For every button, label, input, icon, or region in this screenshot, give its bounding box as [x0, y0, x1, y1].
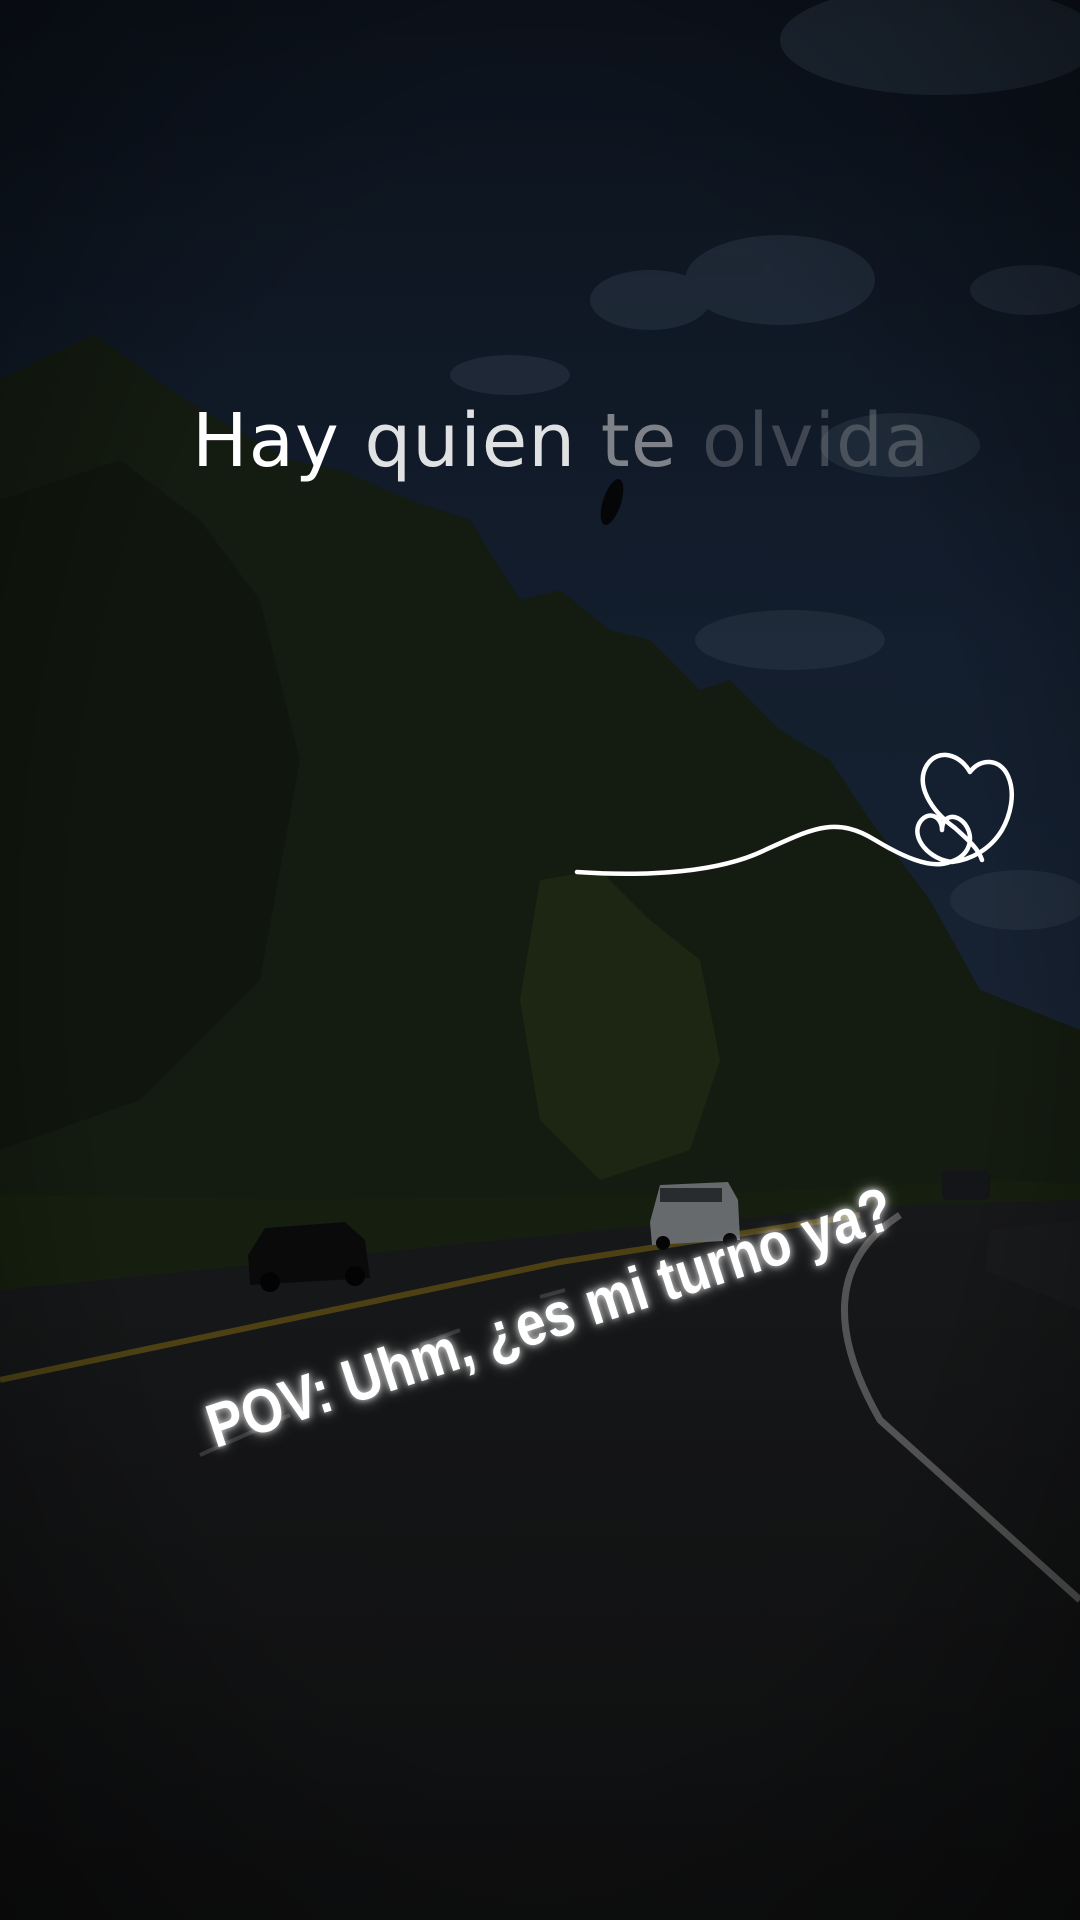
lyric-word-4: olvida	[701, 398, 931, 484]
vignette	[0, 0, 1080, 1920]
lyric-word-3: te	[600, 398, 678, 484]
lyric-word-1: Hay	[192, 398, 340, 484]
scribble-hearts-icon	[574, 752, 1014, 877]
lyric-word-2: quien	[364, 398, 577, 484]
road-photo-background	[0, 0, 1080, 1920]
lyric-line: Hay quien te olvida	[192, 398, 930, 484]
